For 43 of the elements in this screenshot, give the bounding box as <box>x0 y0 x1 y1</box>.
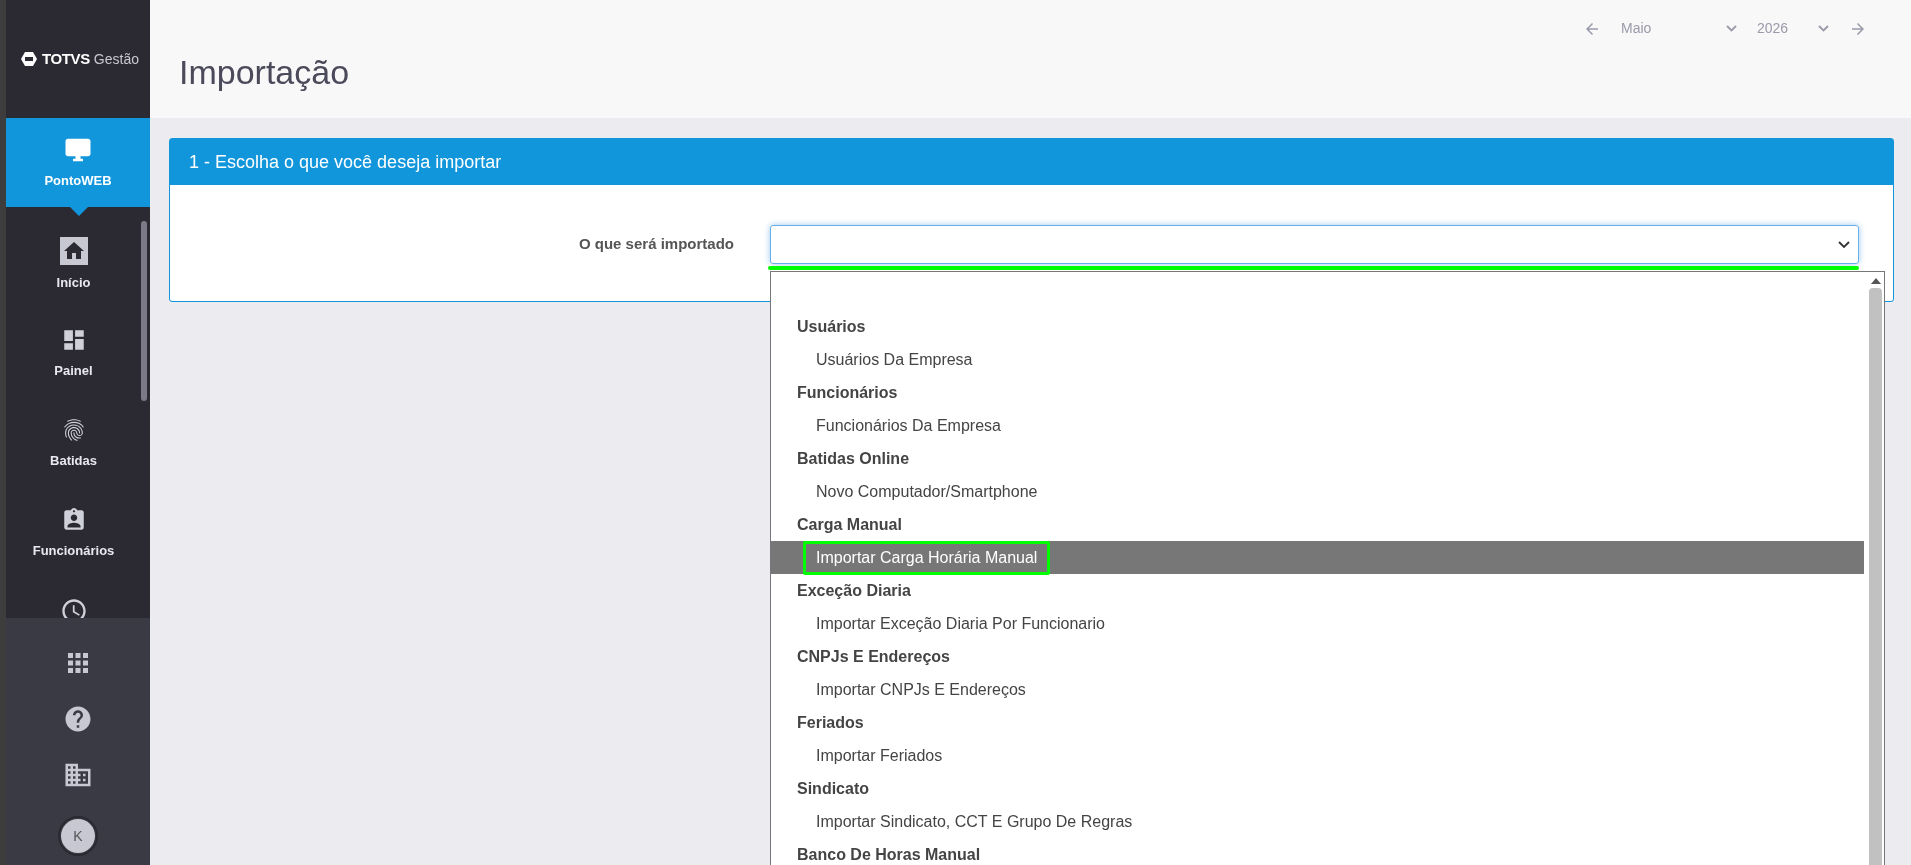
field-label: O que será importado <box>577 234 734 255</box>
dropdown-option[interactable]: Importar Sindicato, CCT E Grupo De Regras <box>771 805 1864 838</box>
scrollbar[interactable] <box>1869 288 1882 865</box>
dropdown-option[interactable]: Importar CNPJs E Endereços <box>771 673 1864 706</box>
scrollbar[interactable] <box>141 221 147 401</box>
logo-icon <box>20 51 38 67</box>
dropdown-option[interactable]: Importar Exceção Diaria Por Funcionario <box>771 607 1864 640</box>
nav-item[interactable]: Início <box>6 219 141 309</box>
option-group-label: Banco De Horas Manual <box>797 844 981 865</box>
nav-item[interactable]: Painel <box>6 309 141 399</box>
option-group-label: Funcionários <box>797 382 898 403</box>
nav-item[interactable]: Funcionários <box>6 489 141 579</box>
help-icon[interactable] <box>63 704 93 734</box>
option-group-label: Usuários <box>797 316 866 337</box>
option-group-label: Batidas Online <box>797 448 910 469</box>
dropdown-option[interactable]: Funcionários Da Empresa <box>771 409 1864 442</box>
dropdown-option[interactable]: Usuários Da Empresa <box>771 343 1864 376</box>
dropdown-option[interactable]: Novo Computador/Smartphone <box>771 475 1864 508</box>
option-group-label: Sindicato <box>797 778 869 799</box>
logo-brand: TOTVS <box>42 48 90 69</box>
year-chevron-icon <box>1818 25 1829 32</box>
nav-label: Batidas <box>50 452 97 470</box>
nav-label: Funcionários <box>32 542 115 560</box>
option-group-label: CNPJs E Endereços <box>797 646 950 667</box>
select-field[interactable] <box>770 225 1859 264</box>
module-label: PontoWEB <box>44 171 112 190</box>
avatar[interactable]: K <box>61 819 95 853</box>
dropdown-option[interactable]: Importar Feriados <box>771 739 1864 772</box>
chevron-icon <box>1838 241 1850 248</box>
option-group-label: Exceção Diaria <box>797 580 911 601</box>
page-title: Importação <box>179 52 350 93</box>
dropdown-option[interactable]: Importar Carga Horária Manual <box>771 541 1864 574</box>
panel-title: 1 - Escolha o que você deseja importar <box>189 150 502 174</box>
nav-item[interactable]: Batidas <box>6 399 141 489</box>
option-group-label: Feriados <box>797 712 864 733</box>
nav-label: Painel <box>54 362 93 380</box>
pointer-caret <box>70 207 88 216</box>
logo-product: Gestão <box>93 49 139 69</box>
nav-label: Início <box>56 274 91 292</box>
home-icon <box>59 237 88 265</box>
option-group-label: Carga Manual <box>797 514 902 535</box>
month-chevron-icon <box>1726 25 1737 32</box>
clock-icon <box>59 597 88 618</box>
